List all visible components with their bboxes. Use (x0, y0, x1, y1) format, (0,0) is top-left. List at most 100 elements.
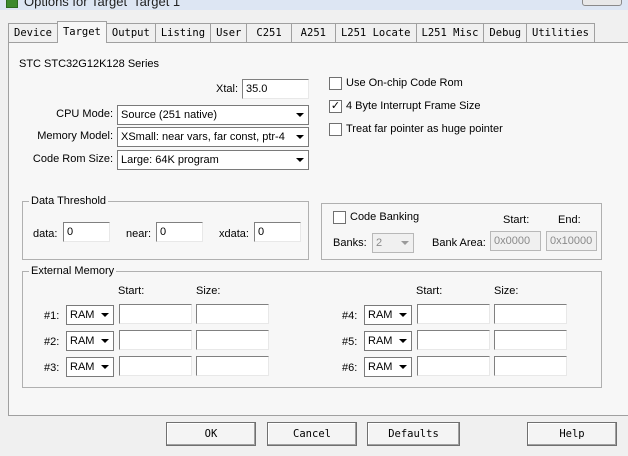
chevron-down-icon (397, 235, 412, 251)
code-rom-size-value: Large: 64K program (121, 154, 219, 166)
chevron-down-icon (97, 307, 112, 323)
ext-memory-type-value: RAM (368, 361, 393, 373)
cpu-mode-select[interactable]: Source (251 native) (117, 105, 309, 125)
ext-row-label: #6: (342, 362, 358, 374)
near-label: near: (126, 228, 152, 240)
check-icon: ✓ (330, 100, 341, 112)
ext-size-input[interactable] (494, 356, 567, 376)
xdata-threshold-input[interactable]: 0 (254, 222, 301, 242)
tab-strip: Device Target Output Listing User C251 A… (8, 21, 595, 43)
ext-start-input[interactable] (119, 330, 192, 350)
device-series: STC STC32G12K128 Series (19, 58, 160, 70)
ext-size-input[interactable] (494, 330, 567, 350)
chevron-down-icon (292, 152, 307, 168)
bank-start-input[interactable]: 0x0000 (490, 231, 541, 251)
code-rom-size-label: Code Rom Size: (32, 153, 113, 165)
ext-row-label: #1: (44, 310, 60, 322)
ext-start-input[interactable] (119, 356, 192, 376)
tab-a251[interactable]: A251 (290, 23, 336, 43)
tab-l251-locate[interactable]: L251 Locate (334, 23, 417, 43)
cpu-mode-label: CPU Mode: (56, 108, 113, 120)
ext-memory-type-select[interactable]: RAM (364, 331, 412, 351)
ext-memory-type-value: RAM (368, 309, 393, 321)
use-on-chip-code-rom-label: Use On-chip Code Rom (346, 77, 463, 89)
data-threshold-title: Data Threshold (29, 195, 109, 207)
far-pointer-huge-label: Treat far pointer as huge pointer (346, 123, 503, 135)
ext-size-input[interactable] (196, 304, 269, 324)
use-on-chip-code-rom-checkbox[interactable] (329, 77, 342, 90)
ext-memory-type-value: RAM (70, 361, 95, 373)
data-threshold-input[interactable]: 0 (63, 222, 110, 242)
ext-memory-type-value: RAM (368, 335, 393, 347)
ext-memory-type-value: RAM (70, 309, 95, 321)
tab-c251[interactable]: C251 (246, 23, 292, 43)
ext-start-header-left: Start: (118, 285, 145, 297)
chevron-down-icon (97, 333, 112, 349)
ext-memory-type-value: RAM (70, 335, 95, 347)
chevron-down-icon (292, 107, 307, 123)
chevron-down-icon (395, 333, 410, 349)
ext-row-label: #3: (44, 362, 60, 374)
ext-size-input[interactable] (196, 330, 269, 350)
bank-end-input[interactable]: 0x10000 (546, 231, 597, 251)
near-threshold-input[interactable]: 0 (156, 222, 203, 242)
ext-size-input[interactable] (196, 356, 269, 376)
tab-l251-misc[interactable]: L251 Misc (415, 23, 485, 43)
ext-memory-type-select[interactable]: RAM (66, 331, 114, 351)
ext-memory-type-select[interactable]: RAM (66, 357, 114, 377)
help-button[interactable]: Help (527, 422, 617, 446)
interrupt-frame-size-checkbox[interactable]: ✓ (329, 100, 342, 113)
xdata-label: xdata: (219, 228, 249, 240)
banks-value: 2 (376, 237, 383, 249)
code-rom-size-select[interactable]: Large: 64K program (117, 150, 309, 170)
ext-size-input[interactable] (494, 304, 567, 324)
bank-start-header: Start: (503, 214, 530, 226)
banks-select[interactable]: 2 (372, 233, 414, 253)
memory-model-value: XSmall: near vars, far const, ptr-4 (121, 131, 285, 143)
chevron-down-icon (395, 359, 410, 375)
ext-start-input[interactable] (417, 330, 490, 350)
banks-label: Banks: (333, 237, 367, 249)
close-button[interactable] (582, 0, 622, 6)
window-title: Options for Target 'Target 1' (24, 0, 183, 9)
cpu-mode-value: Source (251 native) (121, 109, 217, 121)
xtal-input[interactable]: 35.0 (242, 79, 309, 99)
far-pointer-huge-checkbox[interactable] (329, 123, 342, 136)
chevron-down-icon (395, 307, 410, 323)
tab-user[interactable]: User (210, 23, 248, 43)
ok-button[interactable]: OK (166, 422, 256, 446)
ext-row-label: #2: (44, 336, 60, 348)
ext-memory-type-select[interactable]: RAM (364, 305, 412, 325)
chevron-down-icon (97, 359, 112, 375)
tab-utilities[interactable]: Utilities (526, 23, 595, 43)
bank-area-label: Bank Area: (432, 237, 486, 249)
ext-row-label: #4: (342, 310, 358, 322)
memory-model-select[interactable]: XSmall: near vars, far const, ptr-4 (117, 127, 309, 147)
app-icon (6, 0, 18, 8)
ext-memory-type-select[interactable]: RAM (364, 357, 412, 377)
tab-device[interactable]: Device (8, 23, 58, 43)
ext-row-label: #5: (342, 336, 358, 348)
tab-output[interactable]: Output (105, 23, 156, 43)
bank-end-header: End: (558, 214, 581, 226)
code-banking-checkbox[interactable] (333, 211, 346, 224)
cancel-button[interactable]: Cancel (267, 422, 357, 446)
ext-start-input[interactable] (119, 304, 192, 324)
external-memory-title: External Memory (29, 265, 117, 277)
title-bar: Options for Target 'Target 1' (0, 0, 628, 10)
defaults-button[interactable]: Defaults (367, 422, 460, 446)
ext-size-header-left: Size: (196, 285, 221, 297)
ext-start-input[interactable] (417, 304, 490, 324)
ext-start-header-right: Start: (416, 285, 443, 297)
memory-model-label: Memory Model: (37, 130, 113, 142)
ext-size-header-right: Size: (494, 285, 519, 297)
ext-start-input[interactable] (417, 356, 490, 376)
tab-target[interactable]: Target (56, 21, 107, 43)
data-label: data: (33, 228, 58, 240)
chevron-down-icon (292, 129, 307, 145)
tab-listing[interactable]: Listing (154, 23, 212, 43)
interrupt-frame-size-label: 4 Byte Interrupt Frame Size (346, 100, 481, 112)
tab-debug[interactable]: Debug (483, 23, 528, 43)
xtal-label: Xtal: (215, 83, 238, 95)
ext-memory-type-select[interactable]: RAM (66, 305, 114, 325)
